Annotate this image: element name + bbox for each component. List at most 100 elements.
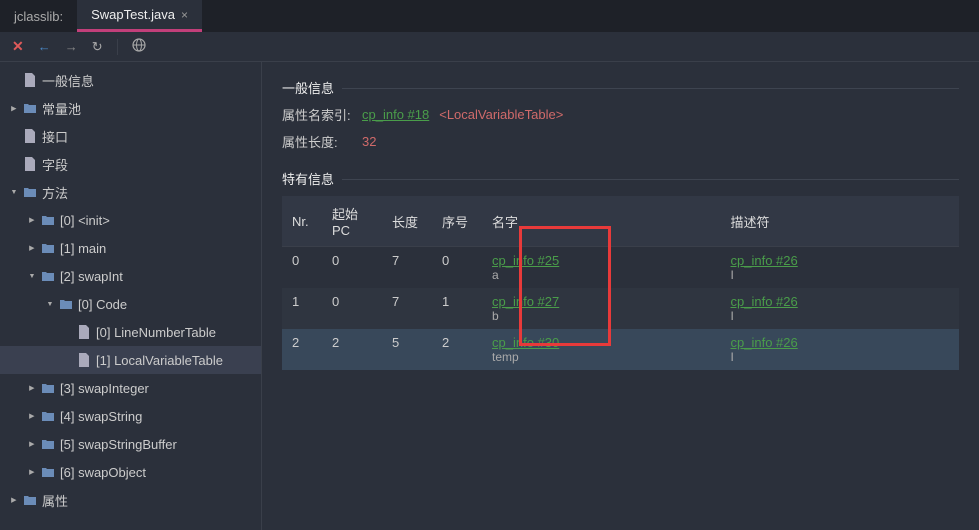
chevron-icon[interactable]	[26, 243, 38, 254]
content-panel: 一般信息 属性名索引: cp_info #18 <LocalVariableTa…	[262, 62, 979, 530]
section-general-title: 一般信息	[282, 78, 959, 97]
chevron-icon[interactable]	[8, 103, 20, 114]
attr-len-label: 属性长度:	[282, 132, 352, 151]
cell-len: 7	[382, 247, 432, 289]
tree-node[interactable]: [2] swapInt	[0, 262, 261, 290]
cp-link[interactable]: cp_info #25	[492, 253, 559, 268]
file-icon	[22, 156, 38, 172]
sidebar-tree: 一般信息常量池接口字段方法 [0] <init> [1] main [2] swapI…	[0, 62, 262, 530]
cell-pc: 0	[322, 288, 382, 329]
col-header[interactable]: 序号	[432, 196, 482, 247]
chevron-icon[interactable]	[26, 215, 38, 226]
tree-node[interactable]: [5] swapStringBuffer	[0, 430, 261, 458]
cp-link[interactable]: cp_info #26	[731, 335, 798, 350]
col-header[interactable]: 长度	[382, 196, 432, 247]
cp-sub: a	[492, 268, 711, 282]
cp-sub: b	[492, 309, 711, 323]
tree-label: [2] swapInt	[60, 269, 123, 284]
attr-name-link[interactable]: cp_info #18	[362, 107, 429, 122]
cp-sub: temp	[492, 350, 711, 364]
folder-icon	[22, 184, 38, 200]
chevron-icon[interactable]	[26, 383, 38, 394]
folder-icon	[40, 240, 56, 256]
tree-node[interactable]: 方法	[0, 178, 261, 206]
chevron-icon[interactable]	[44, 299, 56, 310]
tree-node[interactable]: [0] Code	[0, 290, 261, 318]
close-icon[interactable]: ✕	[12, 38, 24, 55]
tree-label: 字段	[42, 155, 68, 174]
folder-icon	[40, 436, 56, 452]
cell-idx: 0	[432, 247, 482, 289]
section-specific-title: 特有信息	[282, 169, 959, 188]
tree-node[interactable]: 属性	[0, 486, 261, 514]
local-var-table: Nr.起始PC长度序号名字描述符 0070cp_info #25acp_info…	[282, 196, 959, 370]
toolbar: ✕ ← → ↻	[0, 32, 979, 62]
tree-node[interactable]: 一般信息	[0, 66, 261, 94]
refresh-icon[interactable]: ↻	[92, 39, 103, 55]
table-row[interactable]: 1071cp_info #27bcp_info #26I	[282, 288, 959, 329]
cell-desc: cp_info #26I	[721, 247, 960, 289]
tab-bar: jclasslib:SwapTest.java×	[0, 0, 979, 32]
globe-icon[interactable]	[132, 38, 146, 55]
file-icon	[22, 72, 38, 88]
chevron-icon[interactable]	[8, 495, 20, 506]
tree-node[interactable]: [3] swapInteger	[0, 374, 261, 402]
table-row[interactable]: 0070cp_info #25acp_info #26I	[282, 247, 959, 289]
folder-icon	[40, 408, 56, 424]
back-icon[interactable]: ←	[38, 39, 51, 54]
tree-label: [5] swapStringBuffer	[60, 437, 177, 452]
cell-nr: 2	[282, 329, 322, 370]
col-header[interactable]: 描述符	[721, 196, 960, 247]
folder-icon	[58, 296, 74, 312]
tab-swaptest-java[interactable]: SwapTest.java×	[77, 0, 202, 32]
cp-sub: I	[731, 268, 950, 282]
tree-node[interactable]: [1] main	[0, 234, 261, 262]
tree-node[interactable]: [0] LineNumberTable	[0, 318, 261, 346]
cell-name: cp_info #25a	[482, 247, 721, 289]
folder-icon	[40, 212, 56, 228]
folder-icon	[40, 268, 56, 284]
col-header[interactable]: 名字	[482, 196, 721, 247]
chevron-icon[interactable]	[26, 411, 38, 422]
tab-close-icon[interactable]: ×	[181, 8, 188, 22]
tree-node[interactable]: 常量池	[0, 94, 261, 122]
tree-label: 一般信息	[42, 71, 94, 90]
tree-label: 属性	[42, 491, 68, 510]
tab-jclasslib-[interactable]: jclasslib:	[0, 0, 77, 32]
cp-link[interactable]: cp_info #26	[731, 253, 798, 268]
tree-node[interactable]: [0] <init>	[0, 206, 261, 234]
cp-sub: I	[731, 309, 950, 323]
tree-node[interactable]: [6] swapObject	[0, 458, 261, 486]
tree-node[interactable]: 接口	[0, 122, 261, 150]
col-header[interactable]: 起始PC	[322, 196, 382, 247]
col-header[interactable]: Nr.	[282, 196, 322, 247]
attr-len-value: 32	[362, 134, 376, 149]
cp-link[interactable]: cp_info #30	[492, 335, 559, 350]
cell-name: cp_info #27b	[482, 288, 721, 329]
tree-label: 接口	[42, 127, 68, 146]
chevron-icon[interactable]	[26, 271, 38, 282]
attr-name-tag: <LocalVariableTable>	[439, 107, 563, 122]
cell-name: cp_info #30temp	[482, 329, 721, 370]
tree-label: 方法	[42, 183, 68, 202]
tree-label: [3] swapInteger	[60, 381, 149, 396]
chevron-icon[interactable]	[8, 187, 20, 198]
folder-icon	[22, 100, 38, 116]
tree-label: [4] swapString	[60, 409, 142, 424]
cp-link[interactable]: cp_info #27	[492, 294, 559, 309]
tree-node[interactable]: [1] LocalVariableTable	[0, 346, 261, 374]
forward-icon[interactable]: →	[65, 39, 78, 54]
cp-link[interactable]: cp_info #26	[731, 294, 798, 309]
tree-label: [1] LocalVariableTable	[96, 353, 223, 368]
tree-label: [1] main	[60, 241, 106, 256]
cell-idx: 1	[432, 288, 482, 329]
chevron-icon[interactable]	[26, 439, 38, 450]
cell-pc: 0	[322, 247, 382, 289]
tree-node[interactable]: 字段	[0, 150, 261, 178]
tree-label: [6] swapObject	[60, 465, 146, 480]
cell-desc: cp_info #26I	[721, 329, 960, 370]
tree-node[interactable]: [4] swapString	[0, 402, 261, 430]
file-icon	[22, 128, 38, 144]
table-row[interactable]: 2252cp_info #30tempcp_info #26I	[282, 329, 959, 370]
chevron-icon[interactable]	[26, 467, 38, 478]
